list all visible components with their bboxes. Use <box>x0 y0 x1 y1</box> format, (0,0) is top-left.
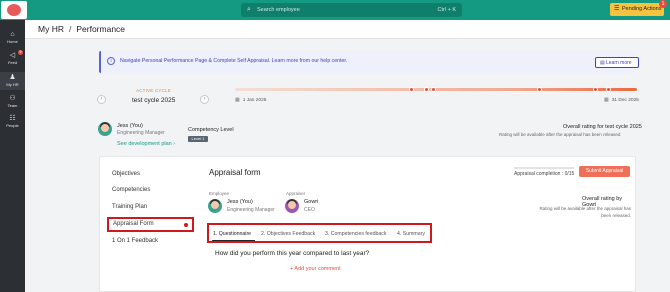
cycle-start-date: ▦ 1 Jan 2025 <box>235 97 266 103</box>
cycle-name: test cycle 2025 <box>132 97 176 104</box>
employee-role: Engineering Manager <box>227 207 275 213</box>
breadcrumb-separator: / <box>68 24 72 34</box>
cycle-end-date: ▦ 31 Dec 2025 <box>604 97 639 103</box>
pending-actions-label: Pending Actions <box>622 6 662 12</box>
feed-badge: 9 <box>18 50 23 55</box>
team-icon: ⚇ <box>9 95 16 102</box>
main-content: i Navigate Personal Performance Page & C… <box>93 50 643 292</box>
menu-objectives[interactable]: Objectives <box>112 171 140 177</box>
unread-dot <box>184 223 188 227</box>
overall-rating-title: Overall rating for test cycle 2025 <box>563 124 642 130</box>
start-date-text: 1 Jan 2025 <box>242 98 267 103</box>
timeline-marker[interactable] <box>431 87 436 92</box>
menu-1-on-1-feedback[interactable]: 1 On 1 Feedback <box>112 238 158 244</box>
appraisal-tabs: 1. Questionnaire 2. Objectives Feedback … <box>207 223 432 243</box>
timeline-marker[interactable] <box>409 87 414 92</box>
page-header: My HR / Performance <box>25 20 670 39</box>
learn-more-label: Learn more <box>606 60 632 66</box>
learn-more-button[interactable]: ▤ Learn more <box>595 57 639 68</box>
tab-objectives-feedback[interactable]: 2. Objectives Feedback <box>261 231 315 237</box>
banner-text: Navigate Personal Performance Page & Com… <box>120 58 348 64</box>
sidebar-item-people[interactable]: ☷ People <box>0 113 25 131</box>
timeline-marker[interactable] <box>537 87 542 92</box>
active-tab-underline <box>212 240 255 241</box>
menu-appraisal-form[interactable]: Appraisal Form <box>107 217 194 232</box>
person-icon: ♟ <box>9 74 16 81</box>
home-icon: ⌂ <box>10 31 15 38</box>
appraisal-form-title: Appraisal form <box>209 168 261 177</box>
rating-note: Rating will be available after the appra… <box>539 206 631 218</box>
org-chart-icon: ☷ <box>9 115 16 122</box>
sidebar-item-label: People <box>6 123 19 128</box>
add-comment-link[interactable]: + Add your comment <box>290 266 341 272</box>
info-icon: i <box>107 57 115 65</box>
sidebar-item-label: Home <box>7 39 18 44</box>
overall-rating-note: Rating will be available after the appra… <box>499 132 621 137</box>
menu-appraisal-form-label: Appraisal Form <box>113 221 154 227</box>
cycle-timeline <box>235 87 637 92</box>
employee-name: Jess (You) <box>227 199 253 205</box>
employee-search-input[interactable]: ⌕ Search employee Ctrl + K <box>241 3 462 17</box>
sidebar-item-team[interactable]: ⚇ Team <box>0 93 25 111</box>
menu-training-plan[interactable]: Training Plan <box>112 204 147 210</box>
appraiser-label: Appraiser <box>286 191 306 196</box>
timeline-marker[interactable] <box>593 87 598 92</box>
active-cycle-label: ACTIVE CYCLE <box>136 88 171 93</box>
development-plan-link[interactable]: See development plan › <box>117 141 175 147</box>
app-logo[interactable] <box>1 1 27 19</box>
sidebar-item-feed[interactable]: ◁ Feed 9 <box>0 50 25 68</box>
logo-mark <box>7 4 21 16</box>
end-date-text: 31 Dec 2025 <box>611 98 639 103</box>
avatar <box>285 199 299 213</box>
search-placeholder: Search employee <box>257 7 300 13</box>
pending-actions-button[interactable]: ☰ Pending Actions 1 <box>610 0 667 16</box>
menu-competencies[interactable]: Competencies <box>112 187 150 193</box>
completion-progress-bar <box>514 167 574 169</box>
pending-count-badge: 1 <box>659 0 667 8</box>
prev-cycle-button[interactable]: ‹ <box>97 95 106 104</box>
book-icon: ▤ <box>600 60 605 66</box>
inbox-icon: ☰ <box>614 6 620 12</box>
sidebar-item-my-hr[interactable]: ♟ My HR <box>0 72 25 90</box>
sidebar-item-label: Team <box>7 103 18 108</box>
sidebar-item-home[interactable]: ⌂ Home <box>0 29 25 47</box>
competency-level-badge: Level 1 <box>188 136 208 142</box>
help-banner: i Navigate Personal Performance Page & C… <box>99 51 639 73</box>
user-name: Jess (You) <box>117 123 143 129</box>
chevron-left-icon: ‹ <box>100 96 103 102</box>
top-bar: ⌕ Search employee Ctrl + K ☰ Pending Act… <box>0 0 670 20</box>
breadcrumb: My HR / Performance <box>38 24 125 34</box>
tab-questionnaire[interactable]: 1. Questionnaire <box>213 231 251 237</box>
chevron-right-icon: › <box>173 141 176 147</box>
appraiser-name: Gowri <box>304 199 319 205</box>
appraisal-card: Objectives Competencies Training Plan Ap… <box>99 156 636 292</box>
dev-plan-label: See development plan <box>117 141 172 147</box>
sidebar-item-label: My HR <box>6 82 19 87</box>
breadcrumb-my-hr[interactable]: My HR <box>38 24 64 34</box>
sidebar-item-label: Feed <box>7 60 18 65</box>
question-text: How did you perform this year compared t… <box>215 250 370 257</box>
search-shortcut: Ctrl + K <box>437 7 457 13</box>
employee-label: Employee <box>209 191 230 196</box>
avatar <box>208 199 222 213</box>
sidebar: ⌂ Home ◁ Feed 9 ♟ My HR ⚇ Team ☷ People <box>0 20 25 292</box>
chevron-right-icon: › <box>203 96 206 102</box>
breadcrumb-performance: Performance <box>76 24 126 34</box>
completion-text: Appraisal completion : 0/15 <box>514 171 575 177</box>
avatar <box>98 122 112 136</box>
tab-competencies-feedback[interactable]: 3. Competencies feedback <box>325 231 386 237</box>
tab-summary[interactable]: 4. Summary <box>397 231 425 237</box>
timeline-marker[interactable] <box>606 87 611 92</box>
competency-level-label: Competency Level <box>188 127 234 133</box>
user-role: Engineering Manager <box>117 130 165 136</box>
next-cycle-button[interactable]: › <box>200 95 209 104</box>
calendar-icon: ▦ <box>604 97 609 103</box>
appraiser-role: CEO <box>304 207 315 213</box>
calendar-icon: ▦ <box>235 97 240 103</box>
timeline-marker[interactable] <box>424 87 429 92</box>
search-icon: ⌕ <box>247 6 251 13</box>
submit-appraisal-button[interactable]: Submit Appraisal <box>579 166 630 177</box>
